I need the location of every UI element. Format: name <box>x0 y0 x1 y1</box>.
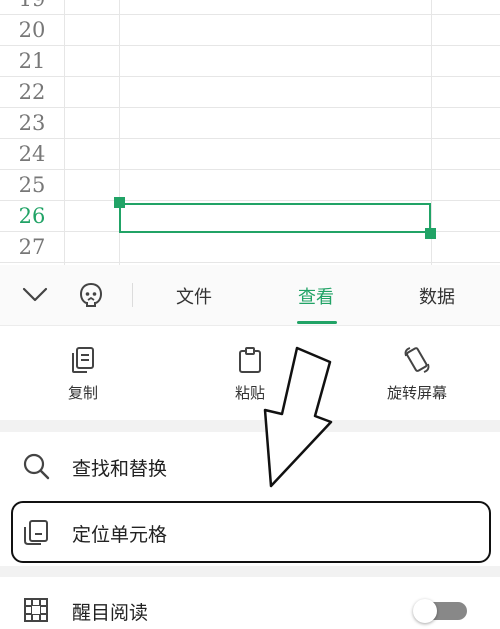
paste-button[interactable]: 粘贴 <box>195 346 305 403</box>
highlight-outline <box>11 501 491 563</box>
find-replace-label: 查找和替换 <box>72 458 168 480</box>
sheet-row[interactable]: 25 <box>0 170 500 201</box>
copy-icon <box>72 347 94 373</box>
row-number: 19 <box>0 0 64 15</box>
tabbar-divider <box>132 283 133 307</box>
search-icon <box>23 453 50 480</box>
selection-handle-bottom-right[interactable] <box>425 228 436 239</box>
sheet-row[interactable]: 24 <box>0 139 500 170</box>
tab-data[interactable]: 数据 <box>419 283 455 309</box>
sheet-row[interactable]: 20 <box>0 15 500 46</box>
row-number: 21 <box>18 49 46 73</box>
tab-file[interactable]: 文件 <box>176 283 212 309</box>
selection-handle-top-left[interactable] <box>114 197 125 208</box>
rotate-screen-button[interactable]: 旋转屏幕 <box>362 346 472 403</box>
section-divider <box>0 566 500 577</box>
row-number: 25 <box>18 173 46 197</box>
section-divider <box>0 420 500 432</box>
spreadsheet-grid[interactable]: 19 20 21 22 23 24 25 26 27 <box>0 0 500 265</box>
sheet-row[interactable]: 19 <box>0 0 500 15</box>
row-number: 27 <box>18 235 46 259</box>
paste-label: 粘贴 <box>234 384 265 402</box>
tab-view[interactable]: 查看 <box>298 283 334 309</box>
sheet-row[interactable]: 23 <box>0 108 500 139</box>
selected-cell[interactable] <box>119 203 431 233</box>
copy-button[interactable]: 复制 <box>28 346 138 403</box>
row-number: 22 <box>18 80 46 104</box>
find-replace-item[interactable]: 查找和替换 <box>0 434 500 498</box>
rotate-screen-icon <box>404 347 430 373</box>
chevron-down-icon[interactable] <box>22 283 48 305</box>
row-number-active: 26 <box>18 204 46 228</box>
assistant-icon[interactable] <box>78 281 104 309</box>
quick-actions: 复制 粘贴 旋转屏幕 <box>0 326 500 420</box>
sheet-row[interactable]: 22 <box>0 77 500 108</box>
sheet-row[interactable]: 21 <box>0 46 500 77</box>
rotate-screen-label: 旋转屏幕 <box>386 384 447 402</box>
eye-reading-toggle[interactable] <box>413 599 467 623</box>
row-number: 24 <box>18 142 46 166</box>
eye-reading-label: 醒目阅读 <box>72 602 149 624</box>
eye-reading-icon <box>24 598 48 622</box>
paste-icon <box>239 347 261 373</box>
toolbar-tabbar: 文件 查看 数据 <box>0 265 500 326</box>
row-number: 20 <box>18 18 46 42</box>
copy-label: 复制 <box>67 384 98 402</box>
toggle-knob <box>413 599 437 623</box>
row-number: 23 <box>18 111 46 135</box>
active-tab-indicator <box>297 321 337 324</box>
